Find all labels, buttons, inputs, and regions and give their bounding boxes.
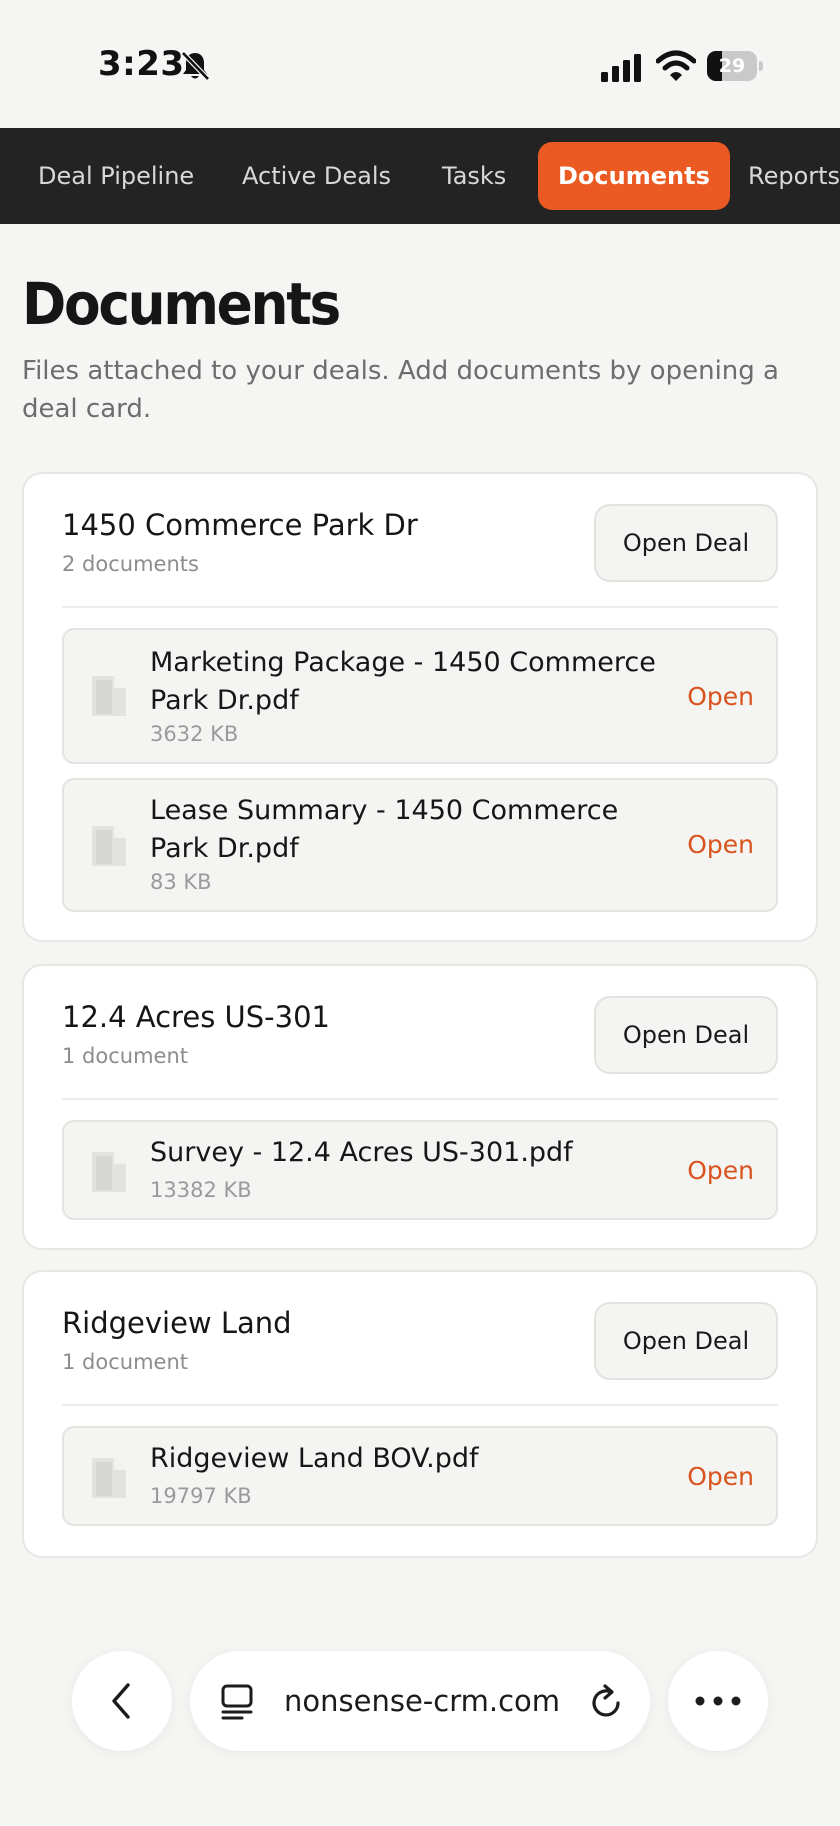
document-size: 83 KB (150, 870, 212, 894)
document-size: 19797 KB (150, 1484, 252, 1508)
deal-title: 12.4 Acres US-301 (62, 1000, 330, 1034)
deal-card: Ridgeview Land 1 document Open Deal Ridg… (22, 1270, 818, 1558)
open-document-link[interactable]: Open (687, 1462, 754, 1491)
battery-icon: 29 (707, 51, 757, 81)
document-name: Survey - 12.4 Acres US-301.pdf (150, 1137, 573, 1168)
document-row[interactable]: Marketing Package - 1450 Commerce Park D… (62, 628, 778, 764)
status-time: 3:23 (98, 44, 185, 84)
page-title: Documents (22, 270, 341, 338)
open-document-link[interactable]: Open (687, 682, 754, 711)
address-bar[interactable]: nonsense-crm.com (190, 1651, 650, 1751)
deal-document-count: 1 document (62, 1350, 188, 1374)
deal-document-count: 1 document (62, 1044, 188, 1068)
deal-title: 1450 Commerce Park Dr (62, 508, 418, 542)
tab-documents[interactable]: Documents (538, 142, 730, 210)
document-row[interactable]: Lease Summary - 1450 Commerce Park Dr.pd… (62, 778, 778, 912)
divider (62, 1098, 778, 1100)
tab-tasks[interactable]: Tasks (422, 142, 526, 210)
chevron-left-icon (112, 1683, 130, 1719)
main-nav: Deal Pipeline Active Deals Tasks Documen… (0, 128, 840, 224)
wifi-icon (656, 50, 696, 81)
bell-slash-icon (181, 51, 210, 81)
deal-document-count: 2 documents (62, 552, 199, 576)
file-icon (92, 676, 126, 716)
tab-active-deals[interactable]: Active Deals (222, 142, 411, 210)
more-dots-icon (695, 1696, 741, 1706)
deal-title: Ridgeview Land (62, 1306, 292, 1340)
divider (62, 1404, 778, 1406)
status-bar: 3:23 29 (0, 0, 840, 128)
file-icon (92, 1458, 126, 1498)
battery-indicator: 29 (707, 51, 763, 81)
document-name: Ridgeview Land BOV.pdf (150, 1443, 479, 1474)
cellular-signal-icon (601, 54, 641, 82)
page-menu-icon[interactable] (220, 1683, 254, 1721)
browser-back-button[interactable] (72, 1651, 172, 1751)
deal-card: 1450 Commerce Park Dr 2 documents Open D… (22, 472, 818, 942)
reload-icon[interactable] (588, 1683, 624, 1721)
document-row[interactable]: Survey - 12.4 Acres US-301.pdf 13382 KB … (62, 1120, 778, 1220)
divider (62, 606, 778, 608)
tab-deal-pipeline[interactable]: Deal Pipeline (18, 142, 214, 210)
document-size: 13382 KB (150, 1178, 252, 1202)
open-deal-button[interactable]: Open Deal (594, 996, 778, 1074)
document-name: Marketing Package - 1450 Commerce Park D… (150, 647, 656, 716)
page-subtitle: Files attached to your deals. Add docume… (22, 356, 779, 424)
document-size: 3632 KB (150, 722, 239, 746)
deal-card: 12.4 Acres US-301 1 document Open Deal S… (22, 964, 818, 1250)
open-document-link[interactable]: Open (687, 1156, 754, 1185)
file-icon (92, 826, 126, 866)
file-icon (92, 1152, 126, 1192)
document-row[interactable]: Ridgeview Land BOV.pdf 19797 KB Open (62, 1426, 778, 1526)
url-text: nonsense-crm.com (284, 1684, 561, 1718)
open-deal-button[interactable]: Open Deal (594, 504, 778, 582)
open-document-link[interactable]: Open (687, 830, 754, 859)
browser-more-button[interactable] (668, 1651, 768, 1751)
document-name: Lease Summary - 1450 Commerce Park Dr.pd… (150, 795, 619, 864)
tab-reports[interactable]: Reports (728, 142, 840, 210)
battery-level: 29 (718, 55, 746, 77)
open-deal-button[interactable]: Open Deal (594, 1302, 778, 1380)
